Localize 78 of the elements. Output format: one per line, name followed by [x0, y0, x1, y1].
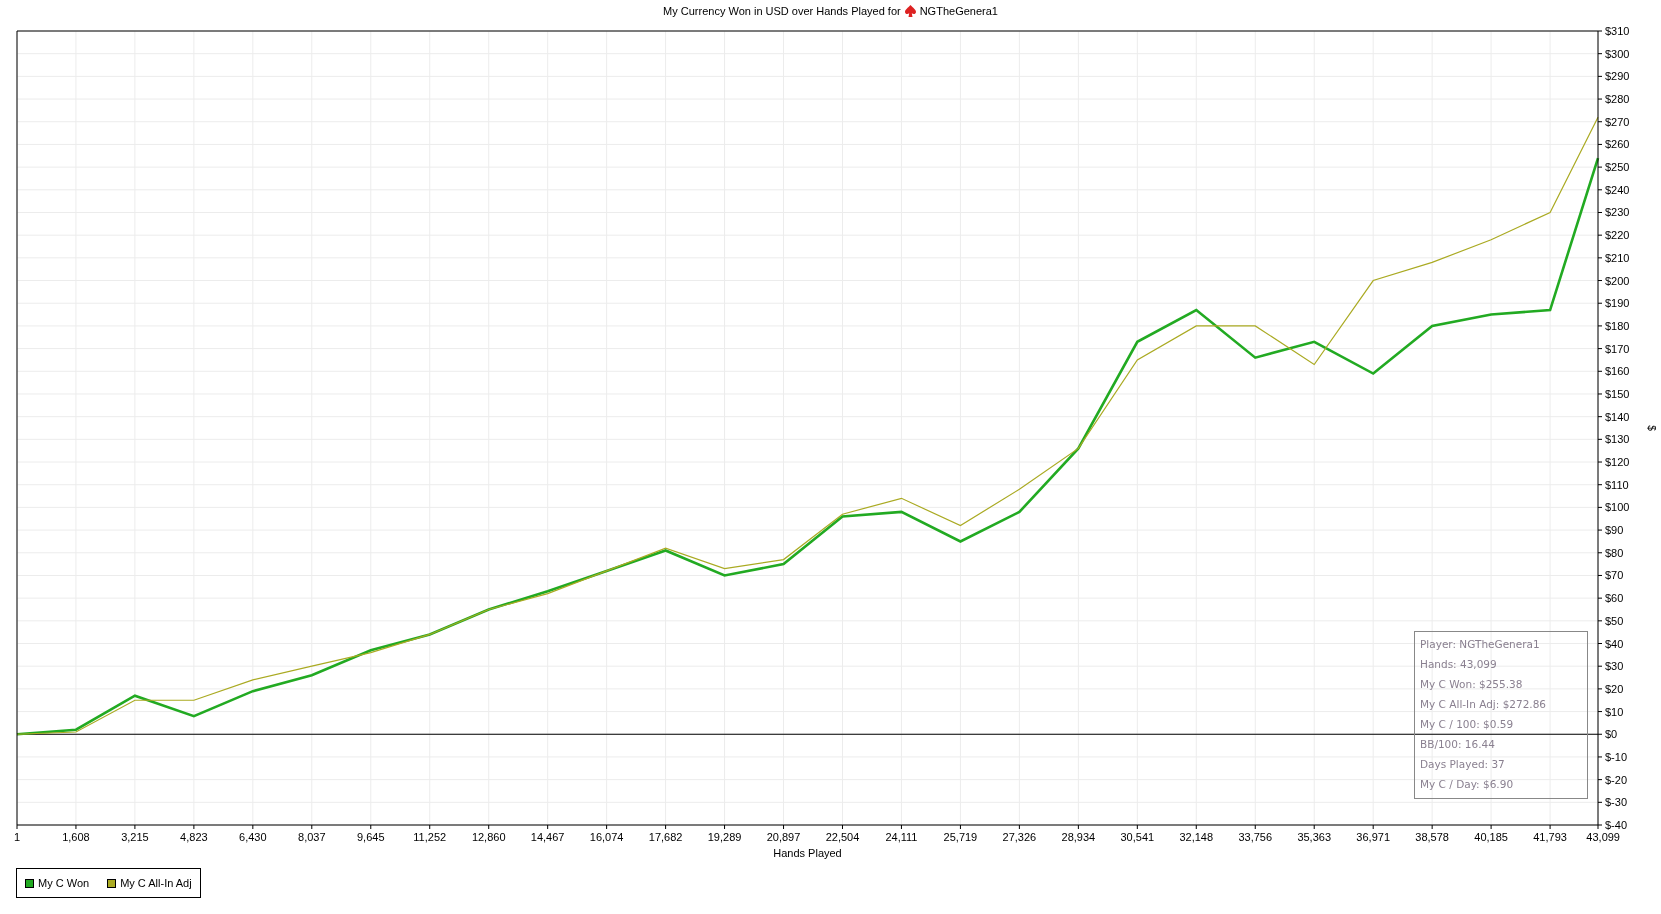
y-tick-label: $250: [1605, 161, 1630, 174]
x-tick-label: 33,756: [1238, 831, 1273, 843]
x-tick-label: 35,363: [1297, 831, 1332, 843]
y-tick-label: $120: [1605, 456, 1630, 469]
y-tick-label: $190: [1605, 297, 1630, 310]
stats-line: Hands: 43,099: [1420, 657, 1498, 672]
x-tick-label: 9,645: [357, 831, 385, 843]
y-tick-label: $310: [1605, 25, 1630, 37]
x-tick-label: 43,099: [1586, 831, 1620, 843]
x-tick-label: 12,860: [471, 831, 506, 843]
y-tick-label: $270: [1605, 115, 1630, 128]
y-tick-label: $210: [1605, 251, 1630, 264]
x-tick-label: 14,467: [530, 831, 565, 843]
y-tick-label: $280: [1605, 93, 1630, 106]
legend-label: My C Won: [38, 875, 90, 891]
y-tick-label: $-20: [1605, 773, 1628, 786]
y-tick-label: $90: [1605, 524, 1624, 537]
y-tick-label: $60: [1605, 592, 1624, 605]
legend-label: My C All-In Adj: [120, 875, 192, 891]
y-axis-title: $: [1646, 425, 1657, 431]
y-tick-label: $30: [1605, 660, 1624, 673]
stats-line: My C / Day: $6.90: [1420, 777, 1515, 792]
x-tick-label: 11,252: [413, 831, 447, 843]
y-tick-label: $240: [1605, 183, 1630, 196]
y-tick-label: $70: [1605, 569, 1624, 582]
y-tick-label: $170: [1605, 342, 1630, 355]
x-tick-label: 6,430: [239, 831, 267, 843]
y-tick-label: $80: [1605, 546, 1624, 559]
y-tick-label: $0: [1605, 728, 1618, 741]
x-tick-label: 1: [14, 831, 21, 843]
chart-title: My Currency Won in USD over Hands Played for: [663, 3, 901, 19]
x-tick-label: 28,934: [1061, 831, 1096, 843]
stats-line: My C All-In Adj: $272.86: [1420, 697, 1548, 712]
x-tick-label: 3,215: [121, 831, 149, 843]
y-tick-label: $200: [1605, 274, 1630, 287]
x-tick-label: 24,111: [885, 831, 918, 843]
x-axis-title: Hands Played: [773, 847, 842, 859]
x-tick-label: 4,823: [180, 831, 208, 843]
y-tick-label: $160: [1605, 365, 1630, 378]
y-tick-label: $-40: [1605, 819, 1628, 831]
x-tick-label: 27,326: [1002, 831, 1037, 843]
stats-line: Player: NGTheGenera1: [1420, 637, 1541, 652]
y-tick-label: $50: [1605, 614, 1624, 627]
y-tick-label: $10: [1605, 705, 1624, 718]
y-tick-label: $130: [1605, 433, 1630, 446]
y-tick-label: $-30: [1605, 796, 1628, 809]
stats-line: Days Played: 37: [1420, 757, 1506, 772]
y-tick-label: $40: [1605, 637, 1624, 650]
x-tick-label: 20,897: [766, 831, 801, 843]
x-tick-label: 38,578: [1415, 831, 1449, 843]
stats-line: My C Won: $255.38: [1420, 677, 1524, 692]
y-tick-label: $300: [1605, 47, 1630, 60]
x-tick-label: 36,971: [1356, 831, 1391, 843]
stats-line: My C / 100: $0.59: [1420, 717, 1515, 732]
x-tick-label: 17,682: [648, 831, 683, 843]
y-tick-label: $100: [1605, 501, 1630, 514]
y-tick-label: $110: [1605, 478, 1629, 491]
y-tick-label: $290: [1605, 70, 1630, 83]
x-tick-label: 40,185: [1474, 831, 1508, 843]
x-tick-label: 25,719: [943, 831, 978, 843]
x-tick-label: 32,148: [1179, 831, 1214, 843]
y-tick-label: $230: [1605, 206, 1630, 219]
x-tick-label: 1,608: [62, 831, 90, 843]
x-tick-label: 8,037: [298, 831, 326, 843]
x-tick-label: 19,289: [707, 831, 742, 843]
stats-line: BB/100: 16.44: [1420, 737, 1496, 752]
y-tick-label: $150: [1605, 387, 1630, 400]
y-tick-label: $220: [1605, 229, 1630, 242]
y-tick-label: $140: [1605, 410, 1630, 423]
y-tick-label: $260: [1605, 138, 1630, 151]
player-name: NGTheGenera1: [919, 3, 998, 19]
x-tick-label: 41,793: [1533, 831, 1567, 843]
y-tick-label: $180: [1605, 319, 1630, 332]
y-tick-label: $-10: [1605, 750, 1628, 763]
x-tick-label: 16,074: [589, 831, 624, 843]
y-tick-label: $20: [1605, 682, 1624, 695]
x-tick-label: 30,541: [1120, 831, 1155, 843]
x-tick-label: 22,504: [825, 831, 860, 843]
